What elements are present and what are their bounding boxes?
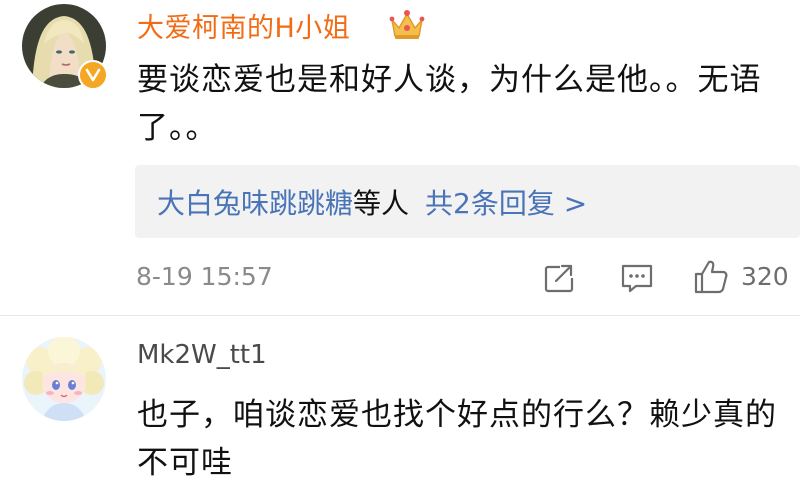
comment-icon[interactable] — [620, 262, 654, 298]
share-icon[interactable] — [543, 262, 577, 298]
like-thumbs-up-icon[interactable] — [692, 258, 730, 300]
comment-item: 大爱柯南的H小姐 要谈恋爱也是和好人谈，为什么是他。。无语了。。 大白兔味跳跳糖… — [0, 0, 800, 316]
username[interactable]: Mk2W_tt1 — [137, 340, 267, 370]
avatar-image — [22, 337, 106, 421]
comment-text: 要谈恋爱也是和好人谈，为什么是他。。无语了。。 — [137, 62, 762, 146]
verified-badge-icon — [78, 60, 108, 90]
username[interactable]: 大爱柯南的H小姐 — [137, 6, 350, 45]
like-count: 320 — [741, 262, 789, 291]
comment-text: 也子，咱谈恋爱也找个好点的行么？赖少真的不可哇 — [137, 397, 777, 481]
timestamp: 8-19 15:57 — [136, 262, 273, 291]
comment-actions-bar: 8-19 15:57 320 — [0, 256, 800, 300]
comment-item: Mk2W_tt1 也子，咱谈恋爱也找个好点的行么？赖少真的不可哇 — [0, 316, 800, 485]
reply-count-link[interactable]: 共2条回复 > — [425, 182, 587, 222]
reply-user-link[interactable]: 大白兔味跳跳糖 — [157, 182, 353, 222]
replies-preview[interactable]: 大白兔味跳跳糖 等人 共2条回复 > — [135, 165, 800, 238]
crown-badge-icon — [388, 8, 426, 42]
reply-suffix-label: 等人 — [353, 186, 410, 220]
avatar[interactable] — [22, 337, 106, 421]
